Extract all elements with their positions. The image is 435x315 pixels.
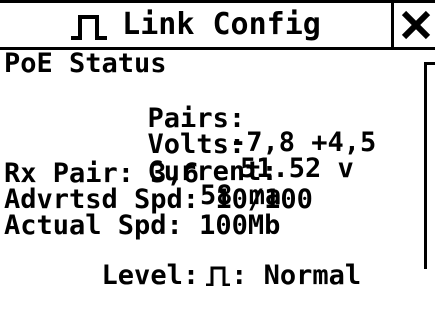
page-title: Link Config bbox=[122, 7, 321, 42]
level-label: Level: bbox=[101, 260, 200, 291]
close-x-icon bbox=[401, 10, 431, 40]
actual-speed-row: Actual Spd: 100Mb bbox=[4, 210, 281, 241]
title-bar: Link Config bbox=[0, 0, 435, 50]
link-config-screen: Link Config PoE Status Pairs: -7,8 +4,5 … bbox=[0, 0, 435, 289]
level-row: Level: : Normal bbox=[4, 240, 362, 312]
pulse-waveform-icon bbox=[71, 15, 108, 40]
advertised-speed-row: Advrtsd Spd: 10/100 bbox=[4, 184, 313, 215]
pulse-waveform-icon bbox=[206, 266, 231, 286]
poe-status-heading: PoE Status bbox=[4, 48, 167, 79]
status-content: PoE Status Pairs: -7,8 +4,5 Volts: 51.52… bbox=[0, 48, 435, 289]
rx-pair-row: Rx Pair: 3,6 bbox=[4, 158, 200, 189]
level-value: : Normal bbox=[231, 260, 362, 291]
close-button[interactable] bbox=[397, 3, 435, 47]
title-box: Link Config bbox=[0, 3, 394, 47]
